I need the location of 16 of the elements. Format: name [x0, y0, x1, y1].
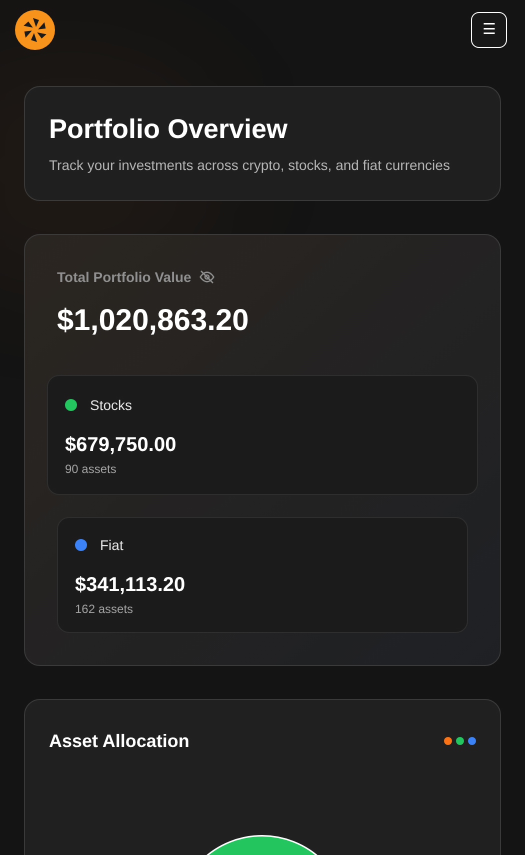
category-card[interactable]: Stocks $679,750.00 90 assets	[47, 374, 478, 495]
allocation-title: Asset Allocation	[49, 730, 190, 753]
category-name: Stocks	[90, 396, 132, 415]
category-value: $679,750.00	[65, 432, 178, 458]
category-card[interactable]: Fiat $341,113.20 162 assets	[57, 516, 468, 633]
page-title: Portfolio Overview	[49, 113, 289, 146]
category-name: Fiat	[100, 536, 124, 555]
category-value: $341,113.20	[75, 572, 186, 598]
total-value: $1,020,863.20	[56, 302, 250, 339]
asset-count: 90 assets	[65, 460, 118, 478]
total-value-label: Total Portfolio Value	[57, 268, 192, 287]
eye-off-icon[interactable]	[199, 269, 216, 286]
asset-count: 162 assets	[75, 600, 134, 618]
menu-button[interactable]: ☰	[471, 12, 507, 48]
logo-icon[interactable]	[15, 10, 55, 50]
page-subtitle: Track your investments across crypto, stocks, and fiat currencies	[49, 156, 451, 175]
